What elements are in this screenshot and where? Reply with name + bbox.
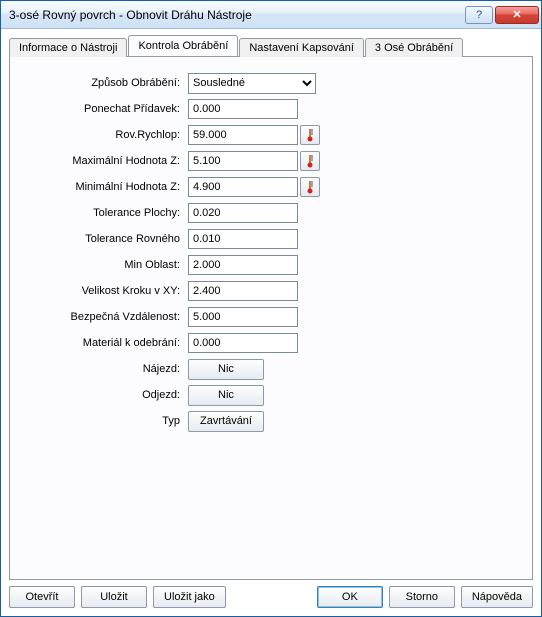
help-button[interactable]: ? xyxy=(465,6,493,24)
input-material-k-odebrani[interactable] xyxy=(188,333,298,353)
close-button[interactable]: ✕ xyxy=(495,6,539,24)
button-typ[interactable]: Zavrtávání xyxy=(188,411,264,432)
cancel-button[interactable]: Storno xyxy=(389,586,455,608)
bottom-button-bar: Otevřít Uložit Uložit jako OK Storno Náp… xyxy=(9,580,533,608)
label-min-z: Minimální Hodnota Z: xyxy=(20,181,188,193)
label-min-oblast: Min Oblast: xyxy=(20,259,188,271)
save-as-button[interactable]: Uložit jako xyxy=(153,586,226,608)
input-rov-rychlop[interactable] xyxy=(188,125,298,145)
thermometer-icon xyxy=(305,180,315,194)
tab-kontrola-obrabeni[interactable]: Kontrola Obrábění xyxy=(128,35,238,56)
label-material-k-odebrani: Materiál k odebrání: xyxy=(20,337,188,349)
label-zpusob-obrabeni: Způsob Obrábění: xyxy=(20,77,188,89)
tab-strip: Informace o Nástroji Kontrola Obrábění N… xyxy=(9,35,533,56)
label-max-z: Maximální Hodnota Z: xyxy=(20,155,188,167)
client-area: Informace o Nástroji Kontrola Obrábění N… xyxy=(1,29,541,616)
label-tolerance-rovneho: Tolerance Rovného xyxy=(20,233,188,245)
label-tolerance-plochy: Tolerance Plochy: xyxy=(20,207,188,219)
input-krok-xy[interactable] xyxy=(188,281,298,301)
input-ponechat-pridavek[interactable] xyxy=(188,99,298,119)
input-max-z[interactable] xyxy=(188,151,298,171)
input-bezpecna-vzdalenost[interactable] xyxy=(188,307,298,327)
button-najezd[interactable]: Nic xyxy=(188,359,264,380)
window-title: 3-osé Rovný povrch - Obnovit Dráhu Nástr… xyxy=(9,8,463,22)
label-typ: Typ xyxy=(20,415,188,427)
help-footer-button[interactable]: Nápověda xyxy=(461,586,533,608)
label-rov-rychlop: Rov.Rychlop: xyxy=(20,129,188,141)
thermometer-icon xyxy=(305,128,315,142)
label-krok-xy: Velikost Kroku v XY: xyxy=(20,285,188,297)
tab-info-nastroji[interactable]: Informace o Nástroji xyxy=(9,38,127,57)
tab-3ose-obrabeni[interactable]: 3 Osé Obrábění xyxy=(365,38,463,57)
label-ponechat-pridavek: Ponechat Přídavek: xyxy=(20,103,188,115)
open-button[interactable]: Otevřít xyxy=(9,586,75,608)
thermometer-button-rychlop[interactable] xyxy=(300,125,320,145)
select-zpusob-obrabeni[interactable]: Sousledné xyxy=(188,73,316,94)
tab-panel: Způsob Obrábění: Sousledné Ponechat Příd… xyxy=(9,56,533,580)
save-button[interactable]: Uložit xyxy=(81,586,147,608)
thermometer-icon xyxy=(305,154,315,168)
input-min-oblast[interactable] xyxy=(188,255,298,275)
button-odjezd[interactable]: Nic xyxy=(188,385,264,406)
input-tolerance-plochy[interactable] xyxy=(188,203,298,223)
thermometer-button-maxz[interactable] xyxy=(300,151,320,171)
label-najezd: Nájezd: xyxy=(20,363,188,375)
thermometer-button-minz[interactable] xyxy=(300,177,320,197)
tab-nastaveni-kapsovani[interactable]: Nastavení Kapsování xyxy=(239,38,364,57)
ok-button[interactable]: OK xyxy=(317,586,383,608)
input-min-z[interactable] xyxy=(188,177,298,197)
input-tolerance-rovneho[interactable] xyxy=(188,229,298,249)
label-odjezd: Odjezd: xyxy=(20,389,188,401)
label-bezpecna-vzdalenost: Bezpečná Vzdálenost: xyxy=(20,311,188,323)
title-bar: 3-osé Rovný povrch - Obnovit Dráhu Nástr… xyxy=(1,1,541,29)
